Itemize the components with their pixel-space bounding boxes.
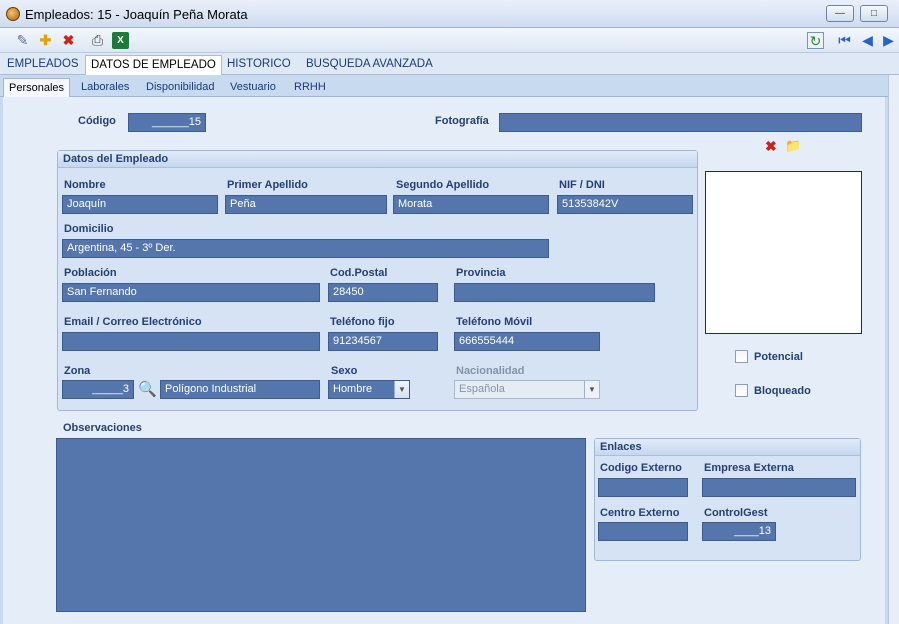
- app-icon: [6, 7, 20, 21]
- centro-externo-label: Centro Externo: [600, 507, 680, 519]
- bloqueado-label: Bloqueado: [754, 385, 811, 397]
- provincia-label: Provincia: [456, 267, 506, 279]
- tab-laborales[interactable]: Laborales: [76, 78, 134, 97]
- nombre-label: Nombre: [64, 179, 106, 191]
- refresh-icon[interactable]: ↻: [807, 32, 824, 49]
- minimize-button[interactable]: —: [826, 5, 854, 22]
- excel-icon[interactable]: X: [112, 32, 129, 49]
- zona-name-field[interactable]: Polígono Industrial: [160, 380, 320, 399]
- nacionalidad-label: Nacionalidad: [456, 365, 525, 377]
- poblacion-field[interactable]: San Fernando: [62, 283, 320, 302]
- zona-code-field[interactable]: _____3: [62, 380, 134, 399]
- nacionalidad-select[interactable]: Española ▼: [454, 380, 600, 399]
- enlaces-group: Enlaces: [594, 438, 861, 561]
- delete-icon[interactable]: ✖: [60, 32, 77, 49]
- nif-label: NIF / DNI: [559, 179, 605, 191]
- tab-empleados[interactable]: EMPLEADOS: [2, 55, 84, 75]
- tab-historico[interactable]: HISTORICO: [222, 55, 296, 75]
- enlaces-title: Enlaces: [595, 439, 860, 456]
- nombre-field[interactable]: Joaquín: [62, 195, 218, 214]
- codigo-field[interactable]: ______15: [128, 113, 206, 132]
- tab-disponibilidad[interactable]: Disponibilidad: [141, 78, 220, 97]
- poblacion-label: Población: [64, 267, 117, 279]
- controlgest-label: ControlGest: [704, 507, 768, 519]
- codigo-externo-field[interactable]: [598, 478, 688, 497]
- tab-datos-de-empleado[interactable]: DATOS DE EMPLEADO: [85, 55, 222, 76]
- codigo-externo-label: Codigo Externo: [600, 462, 682, 474]
- edit-icon[interactable]: ✎: [14, 32, 31, 49]
- domicilio-label: Domicilio: [64, 223, 114, 235]
- load-photo-icon[interactable]: 📁: [785, 138, 801, 153]
- centro-externo-field[interactable]: [598, 522, 688, 541]
- sexo-label: Sexo: [331, 365, 358, 377]
- datos-empleado-title: Datos del Empleado: [58, 151, 697, 168]
- telefono-movil-field[interactable]: 666555444: [454, 332, 600, 351]
- observaciones-textarea[interactable]: [56, 438, 586, 612]
- codpostal-field[interactable]: 28450: [328, 283, 438, 302]
- email-label: Email / Correo Electrónico: [64, 316, 202, 328]
- domicilio-field[interactable]: Argentina, 45 - 3º Der.: [62, 239, 549, 258]
- tab-rrhh[interactable]: RRHH: [289, 78, 331, 97]
- tab-personales[interactable]: Personales: [3, 78, 71, 98]
- email-field[interactable]: [62, 332, 320, 351]
- maximize-button[interactable]: □: [860, 5, 888, 22]
- primer-apellido-field[interactable]: Peña: [225, 195, 387, 214]
- title-bar: Empleados: 15 - Joaquín Peña Morata — □: [0, 0, 899, 28]
- empresa-externa-field[interactable]: [702, 478, 856, 497]
- first-record-icon[interactable]: ⏮: [836, 32, 853, 49]
- observaciones-label: Observaciones: [63, 422, 142, 434]
- nacionalidad-value: Española: [459, 383, 505, 395]
- sexo-select[interactable]: Hombre ▼: [328, 380, 410, 399]
- telefono-fijo-label: Teléfono fijo: [330, 316, 395, 328]
- provincia-field[interactable]: [454, 283, 655, 302]
- photo-box: [705, 171, 862, 334]
- codpostal-label: Cod.Postal: [330, 267, 388, 279]
- controlgest-field[interactable]: ____13: [702, 522, 776, 541]
- next-record-icon[interactable]: ▶: [880, 32, 897, 49]
- fotografia-field[interactable]: [499, 113, 862, 132]
- potencial-label: Potencial: [754, 351, 803, 363]
- chevron-down-icon[interactable]: ▼: [584, 381, 599, 398]
- previous-record-icon[interactable]: ◀: [859, 32, 876, 49]
- add-icon[interactable]: ✚: [37, 32, 54, 49]
- chevron-down-icon[interactable]: ▼: [394, 381, 409, 398]
- sexo-value: Hombre: [333, 383, 373, 395]
- toolbar: ✎ ✚ ✖ ⎙ X ↻ ⏮ ◀ ▶: [0, 28, 899, 53]
- telefono-fijo-field[interactable]: 91234567: [328, 332, 438, 351]
- segundo-apellido-field[interactable]: Morata: [393, 195, 549, 214]
- window-title: Empleados: 15 - Joaquín Peña Morata: [25, 7, 248, 22]
- vertical-scrollbar[interactable]: [888, 75, 899, 624]
- nif-field[interactable]: 51353842V: [557, 195, 693, 214]
- zona-label: Zona: [64, 365, 91, 377]
- main-tabs: EMPLEADOS DATOS DE EMPLEADO HISTORICO BU…: [0, 53, 899, 76]
- empresa-externa-label: Empresa Externa: [704, 462, 794, 474]
- bloqueado-checkbox[interactable]: [735, 384, 748, 397]
- sub-tabs: Personales Laborales Disponibilidad Vest…: [0, 75, 888, 98]
- print-icon[interactable]: ⎙: [89, 32, 106, 49]
- codigo-label: Código: [78, 115, 116, 127]
- potencial-checkbox[interactable]: [735, 350, 748, 363]
- segundo-apellido-label: Segundo Apellido: [396, 179, 490, 191]
- tab-busqueda-avanzada[interactable]: BUSQUEDA AVANZADA: [301, 55, 438, 75]
- search-zona-icon[interactable]: 🔍: [138, 380, 157, 398]
- remove-photo-icon[interactable]: ✖: [765, 138, 777, 155]
- fotografia-label: Fotografía: [435, 115, 489, 127]
- primer-apellido-label: Primer Apellido: [227, 179, 308, 191]
- tab-vestuario[interactable]: Vestuario: [225, 78, 281, 97]
- telefono-movil-label: Teléfono Móvil: [456, 316, 533, 328]
